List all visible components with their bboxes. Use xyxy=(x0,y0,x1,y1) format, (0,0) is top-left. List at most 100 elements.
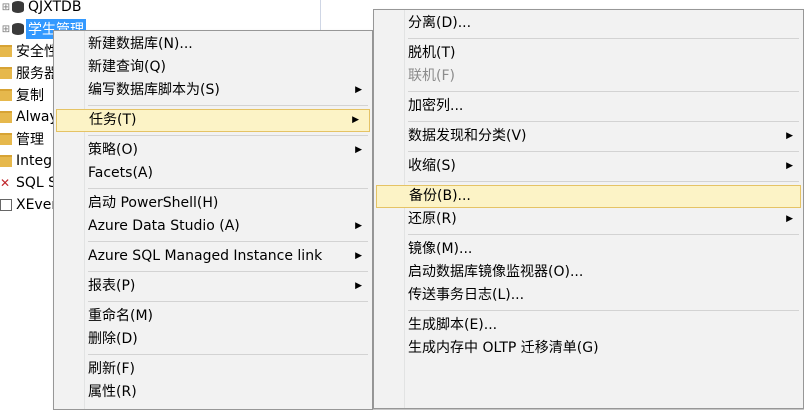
menu-item-label: 脱机(T) xyxy=(408,45,456,61)
menu-item-detach[interactable]: 分离(D)... xyxy=(374,12,803,35)
menu-item-label: 加密列... xyxy=(408,98,464,114)
menu-separator xyxy=(88,271,368,272)
menu-item-label: 收缩(S) xyxy=(408,158,456,174)
submenu-arrow-icon: ▶ xyxy=(355,85,362,95)
submenu-arrow-icon: ▶ xyxy=(352,115,359,125)
menu-item-data-discovery-classification[interactable]: 数据发现和分类(V) ▶ xyxy=(374,125,803,148)
menu-item-label: 报表(P) xyxy=(88,278,136,294)
folder-icon xyxy=(0,155,12,167)
menu-item-tasks[interactable]: 任务(T) ▶ xyxy=(56,109,370,132)
submenu-arrow-icon: ▶ xyxy=(786,131,793,141)
tree-node-label: QJXTDB xyxy=(28,0,82,15)
menu-separator xyxy=(408,121,799,122)
menu-item-label: 编写数据库脚本为(S) xyxy=(88,82,220,98)
menu-item-label: 传送事务日志(L)... xyxy=(408,287,525,303)
tree-node-security[interactable]: 安全性 xyxy=(0,40,60,62)
submenu-arrow-icon: ▶ xyxy=(355,251,362,261)
tree-node-label: 复制 xyxy=(16,88,44,104)
menu-separator xyxy=(408,38,799,39)
sql-agent-error-icon: ✕ xyxy=(0,176,11,190)
menu-separator xyxy=(408,91,799,92)
menu-item-label: 生成内存中 OLTP 迁移清单(G) xyxy=(408,340,599,356)
menu-item-label: 重命名(M) xyxy=(88,308,154,324)
menu-item-label: Facets(A) xyxy=(88,165,153,181)
menu-item-script-database-as[interactable]: 编写数据库脚本为(S) ▶ xyxy=(54,79,372,102)
menu-item-azure-sql-mi-link[interactable]: Azure SQL Managed Instance link ▶ xyxy=(54,245,372,268)
menu-item-shrink[interactable]: 收缩(S) ▶ xyxy=(374,155,803,178)
database-icon xyxy=(12,1,24,13)
submenu-arrow-icon: ▶ xyxy=(355,281,362,291)
menu-separator xyxy=(88,301,368,302)
menu-item-backup[interactable]: 备份(B)... xyxy=(376,185,801,208)
menu-item-label: 属性(R) xyxy=(88,384,137,400)
submenu-arrow-icon: ▶ xyxy=(786,161,793,171)
menu-item-properties[interactable]: 属性(R) xyxy=(54,381,372,404)
tree-node-label: 管理 xyxy=(16,132,44,148)
submenu-arrow-icon: ▶ xyxy=(355,221,362,231)
menu-separator xyxy=(408,151,799,152)
menu-separator xyxy=(88,241,368,242)
tree-node-replication[interactable]: 复制 xyxy=(0,84,46,106)
menu-item-mirror[interactable]: 镜像(M)... xyxy=(374,238,803,261)
menu-separator xyxy=(408,181,799,182)
menu-item-rename[interactable]: 重命名(M) xyxy=(54,305,372,328)
submenu-arrow-icon: ▶ xyxy=(786,214,793,224)
menu-item-policies[interactable]: 策略(O) ▶ xyxy=(54,139,372,162)
menu-item-facets[interactable]: Facets(A) xyxy=(54,162,372,185)
menu-item-restore[interactable]: 还原(R) ▶ xyxy=(374,208,803,231)
tree-node-management[interactable]: 管理 xyxy=(0,128,46,150)
database-context-menu: 新建数据库(N)... 新建查询(Q) 编写数据库脚本为(S) ▶ 任务(T) ▶ … xyxy=(53,30,373,410)
database-icon xyxy=(12,23,24,35)
menu-item-label: 新建数据库(N)... xyxy=(88,36,193,52)
folder-icon xyxy=(0,111,12,123)
tree-node-integration[interactable]: Integr xyxy=(0,150,60,172)
menu-item-label: 启动 PowerShell(H) xyxy=(88,195,219,211)
menu-item-label: 删除(D) xyxy=(88,331,138,347)
menu-item-azure-data-studio[interactable]: Azure Data Studio (A) ▶ xyxy=(54,215,372,238)
tree-node-qjxtdb[interactable]: ⊞ QJXTDB xyxy=(0,0,83,18)
menu-separator xyxy=(88,188,368,189)
folder-icon xyxy=(0,89,12,101)
menu-item-label: 新建查询(Q) xyxy=(88,59,166,75)
menu-item-new-query[interactable]: 新建查询(Q) xyxy=(54,56,372,79)
tree-node-server-objects[interactable]: 服务器 xyxy=(0,62,60,84)
menu-item-generate-oltp-checklist[interactable]: 生成内存中 OLTP 迁移清单(G) xyxy=(374,337,803,360)
menu-item-label: 联机(F) xyxy=(408,68,455,84)
menu-item-reports[interactable]: 报表(P) ▶ xyxy=(54,275,372,298)
submenu-arrow-icon: ▶ xyxy=(355,145,362,155)
folder-icon xyxy=(0,67,12,79)
menu-separator xyxy=(408,234,799,235)
menu-item-generate-scripts[interactable]: 生成脚本(E)... xyxy=(374,314,803,337)
tasks-submenu: 分离(D)... 脱机(T) 联机(F) 加密列... 数据发现和分类(V) ▶ … xyxy=(373,9,804,409)
menu-item-label: 任务(T) xyxy=(89,112,137,128)
menu-item-start-powershell[interactable]: 启动 PowerShell(H) xyxy=(54,192,372,215)
menu-separator xyxy=(88,354,368,355)
menu-item-new-database[interactable]: 新建数据库(N)... xyxy=(54,33,372,56)
menu-separator xyxy=(88,135,368,136)
menu-separator xyxy=(88,105,368,106)
menu-item-label: 还原(R) xyxy=(408,211,457,227)
menu-item-label: Azure SQL Managed Instance link xyxy=(88,248,323,264)
menu-item-launch-mirroring-monitor[interactable]: 启动数据库镜像监视器(O)... xyxy=(374,261,803,284)
menu-item-label: 镜像(M)... xyxy=(408,241,473,257)
menu-item-refresh[interactable]: 刷新(F) xyxy=(54,358,372,381)
menu-item-label: 生成脚本(E)... xyxy=(408,317,498,333)
menu-separator xyxy=(408,310,799,311)
menu-item-label: 分离(D)... xyxy=(408,15,472,31)
menu-item-label: 启动数据库镜像监视器(O)... xyxy=(408,264,584,280)
folder-icon xyxy=(0,133,12,145)
menu-item-encrypt-columns[interactable]: 加密列... xyxy=(374,95,803,118)
menu-item-label: 刷新(F) xyxy=(88,361,135,377)
menu-item-delete[interactable]: 删除(D) xyxy=(54,328,372,351)
expand-icon[interactable]: ⊞ xyxy=(0,2,12,13)
menu-item-label: 备份(B)... xyxy=(409,188,471,204)
tree-node-sql-agent[interactable]: ✕ SQL S xyxy=(0,172,59,194)
menu-item-label: 数据发现和分类(V) xyxy=(408,128,527,144)
expand-icon[interactable]: ⊞ xyxy=(0,24,12,35)
menu-item-take-offline[interactable]: 脱机(T) xyxy=(374,42,803,65)
menu-item-bring-online: 联机(F) xyxy=(374,65,803,88)
menu-item-label: Azure Data Studio (A) xyxy=(88,218,240,234)
tree-node-always-on[interactable]: Alway xyxy=(0,106,60,128)
menu-item-ship-transaction-logs[interactable]: 传送事务日志(L)... xyxy=(374,284,803,307)
folder-icon xyxy=(0,45,12,57)
